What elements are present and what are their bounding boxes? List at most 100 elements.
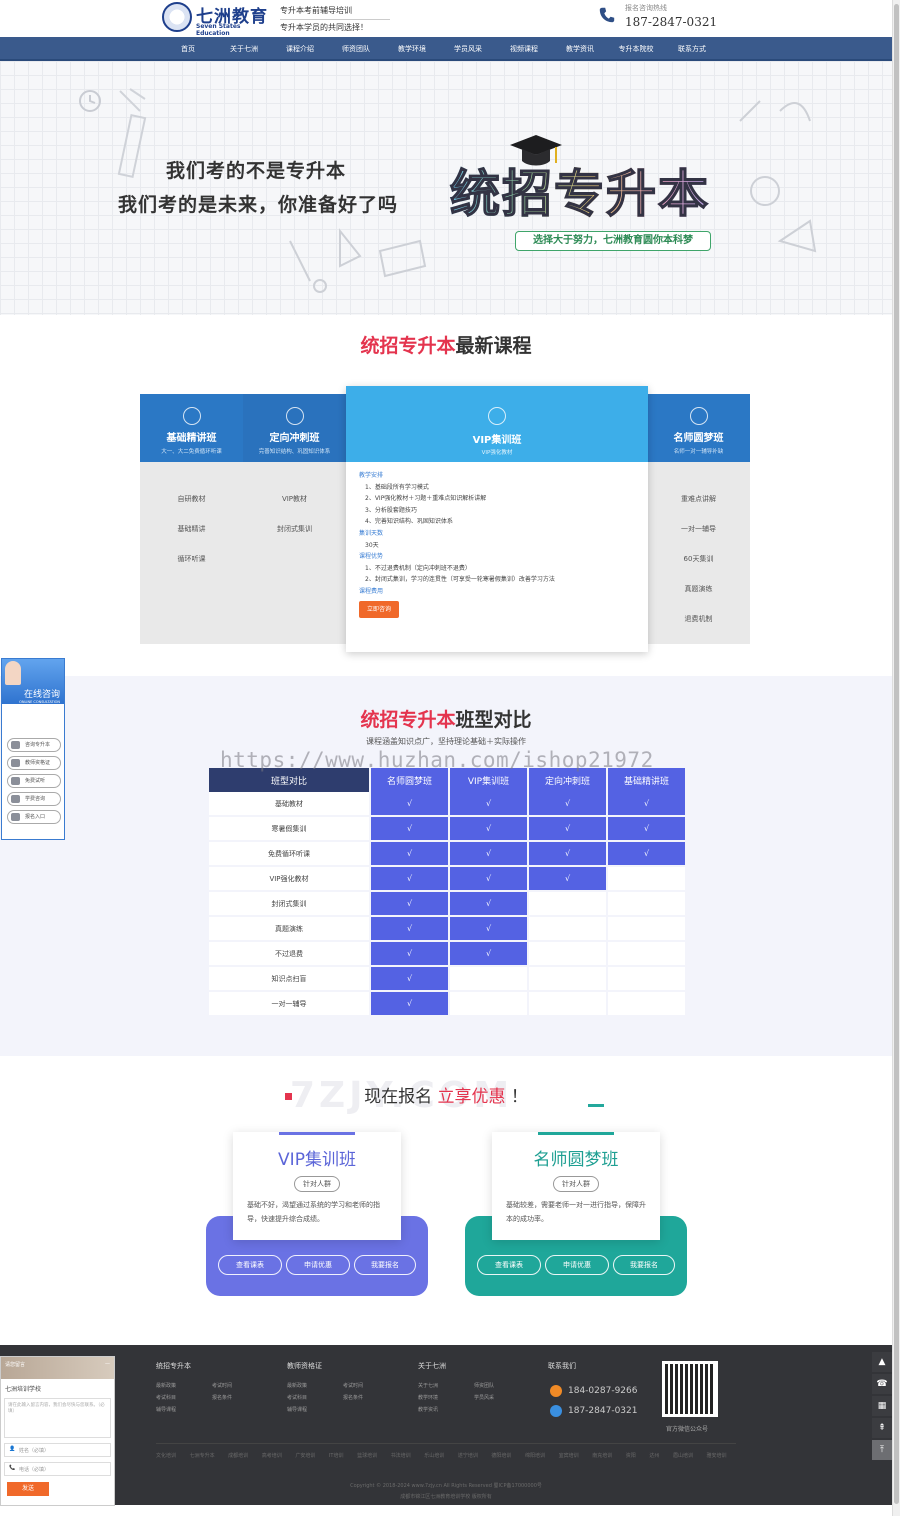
banner-headline-2: 我们考的是未来，你准备好了吗	[118, 194, 399, 216]
consult-item[interactable]: 教师资格证	[7, 756, 61, 770]
nav-item[interactable]: 视频课程	[496, 37, 552, 61]
message-textarea[interactable]: 请在此输入留言内容，我们会尽快与您联系。（必填）	[4, 1398, 111, 1438]
course-tab-basic[interactable]: 基础精讲班 大一、大二免费循环听课	[140, 394, 243, 462]
compare-cell: √	[371, 867, 448, 892]
logo[interactable]: 七洲教育 Seven States Education	[162, 2, 274, 37]
course-items-sprint: VIP教材 封闭式集训	[243, 484, 346, 544]
footer-link[interactable]: 最新政策	[156, 1382, 176, 1389]
vip-heading: 集训天数	[359, 529, 384, 537]
vip-list: 1、基础段所有学习模式 2、VIP强化教材＋习题＋重难点知识解析讲解 3、分析股…	[359, 482, 636, 528]
course-tab-sub: 大一、大二免费循环听课	[161, 449, 222, 455]
consult-item[interactable]: 报名入口	[7, 810, 61, 824]
consult-header[interactable]: 在线咨询 ONLINE CONSULTATION	[2, 659, 64, 704]
compare-cell	[529, 967, 606, 992]
apply-discount-button[interactable]: 申请优惠	[286, 1255, 350, 1275]
footer-link[interactable]: 师资团队	[474, 1382, 494, 1389]
course-item: 封闭式集训	[277, 525, 312, 533]
nav-item[interactable]: 教学环境	[384, 37, 440, 61]
view-schedule-button[interactable]: 查看课表	[218, 1255, 282, 1275]
view-schedule-button[interactable]: 查看课表	[477, 1255, 541, 1275]
footer-link[interactable]: 考试科目	[156, 1394, 176, 1401]
nav-item[interactable]: 教学资讯	[552, 37, 608, 61]
course-tab-sprint[interactable]: 定向冲刺班 完善知识结构、巩固知识体系	[243, 394, 346, 462]
vip-card-body: 教学安排 1、基础段所有学习模式 2、VIP强化教材＋习题＋重难点知识解析讲解 …	[346, 462, 648, 619]
compare-cell: √	[529, 867, 606, 892]
target-audience-tag: 针对人群	[294, 1176, 340, 1192]
course-item: 退费机制	[684, 615, 713, 623]
nav-item[interactable]: 学员风采	[440, 37, 496, 61]
vip-list-item: 1、基础段所有学习模式	[365, 483, 429, 491]
compare-row: VIP强化教材 √ √ √	[209, 867, 685, 892]
online-consult-widget: 在线咨询 ONLINE CONSULTATION 咨询专升本 教师资格证 免费试…	[1, 658, 65, 840]
footer-link[interactable]: 最新政策	[287, 1382, 307, 1389]
phone-icon	[550, 1405, 562, 1417]
vip-card-subtitle: VIP强化教材	[481, 450, 513, 456]
compare-row: 寒暑假集训 √ √ √ √	[209, 817, 685, 842]
chart-icon	[488, 407, 506, 425]
compare-cell	[608, 867, 685, 892]
compare-cell: √	[450, 792, 527, 817]
consult-item[interactable]: 免费试听	[7, 774, 61, 788]
enroll-button[interactable]: 我要报名	[354, 1255, 416, 1275]
footer-phone[interactable]: 184-0287-9266	[568, 1386, 637, 1396]
course-tab-name: 名师圆梦班	[673, 433, 724, 444]
consult-item[interactable]: 学费咨询	[7, 792, 61, 806]
hotline-number[interactable]: 187-2847-0321	[625, 15, 717, 29]
phone-input[interactable]: 📞 电话（必填）	[4, 1462, 111, 1476]
compare-row: 不过退费 √ √	[209, 942, 685, 967]
footer-link[interactable]: 报名条件	[212, 1394, 232, 1401]
apply-discount-button[interactable]: 申请优惠	[545, 1255, 609, 1275]
compare-cell: √	[450, 942, 527, 967]
footer-link[interactable]: 考试时间	[212, 1382, 232, 1389]
footer-link[interactable]: 考试时间	[343, 1382, 363, 1389]
phone-icon: 📞	[9, 1465, 16, 1471]
course-tab-master[interactable]: 名师圆梦班 名师一对一辅导补缺	[647, 394, 750, 462]
compare-cell: √	[371, 967, 448, 992]
course-item: 自研教材	[177, 495, 206, 503]
compare-row: 基础教材 √ √ √ √	[209, 792, 685, 817]
nav-item[interactable]: 课程介绍	[272, 37, 328, 61]
scrollbar-thumb[interactable]	[894, 4, 899, 1504]
consult-item[interactable]: 咨询专升本	[7, 738, 61, 752]
vip-card-header[interactable]: VIP集训班 VIP强化教材	[346, 386, 648, 462]
hotline-label: 报名咨询热线	[625, 4, 667, 12]
footer-link[interactable]: 报名条件	[343, 1394, 363, 1401]
footer-phone[interactable]: 187-2847-0321	[568, 1406, 637, 1416]
vip-heading: 教学安排	[359, 472, 384, 479]
compare-cell: √	[371, 992, 448, 1017]
compare-cell	[608, 967, 685, 992]
nav-item[interactable]: 关于七洲	[216, 37, 272, 61]
footer-contact-title: 联系我们	[548, 1362, 576, 1370]
compare-row-label: 寒暑假集训	[209, 817, 369, 842]
compare-row-label: 基础教材	[209, 792, 369, 817]
nav-item[interactable]: 联系方式	[664, 37, 720, 61]
scroll-top-icon[interactable]: ⤒	[872, 1440, 892, 1460]
footer-link[interactable]: 辅导课程	[287, 1406, 307, 1413]
nav-item[interactable]: 专升本院校	[608, 37, 664, 61]
doodle-math-icon	[739, 100, 817, 253]
phone-icon[interactable]: ☎	[872, 1374, 892, 1394]
courses-title-highlight: 统招专升本	[360, 335, 456, 357]
page-scrollbar[interactable]	[892, 0, 900, 1516]
nav-item[interactable]: 首页	[160, 37, 216, 61]
enroll-button[interactable]: 我要报名	[613, 1255, 675, 1275]
qq-icon[interactable]: ▲	[872, 1352, 892, 1372]
send-button[interactable]: 发送	[7, 1482, 49, 1496]
course-item: VIP教材	[281, 495, 308, 503]
footer-link[interactable]: 学员风采	[474, 1394, 494, 1401]
logo-subtext: Seven States Education	[196, 23, 241, 37]
footer-link[interactable]: 辅导课程	[156, 1406, 176, 1413]
name-input[interactable]: 👤 姓名（必填）	[4, 1443, 111, 1457]
back-to-top-icon[interactable]: ⇞	[872, 1418, 892, 1438]
footer-link[interactable]: 教学资讯	[418, 1406, 438, 1413]
qrcode-icon[interactable]: ▦	[872, 1396, 892, 1416]
footer-link[interactable]: 考试科目	[287, 1394, 307, 1401]
compare-cell	[450, 992, 527, 1017]
nav-item[interactable]: 师资团队	[328, 37, 384, 61]
message-box-header[interactable]: 请您留言 —	[1, 1357, 114, 1379]
compare-cell	[608, 942, 685, 967]
consult-now-button[interactable]: 立即咨询	[359, 600, 400, 619]
footer-link[interactable]: 教学环境	[418, 1394, 438, 1401]
footer-link[interactable]: 关于七洲	[418, 1382, 438, 1389]
friend-links[interactable]: 文化培训 七洲专升本 成都培训 高考培训 广安培训 IT培训 篮球培训 书法培训…	[156, 1451, 736, 1462]
